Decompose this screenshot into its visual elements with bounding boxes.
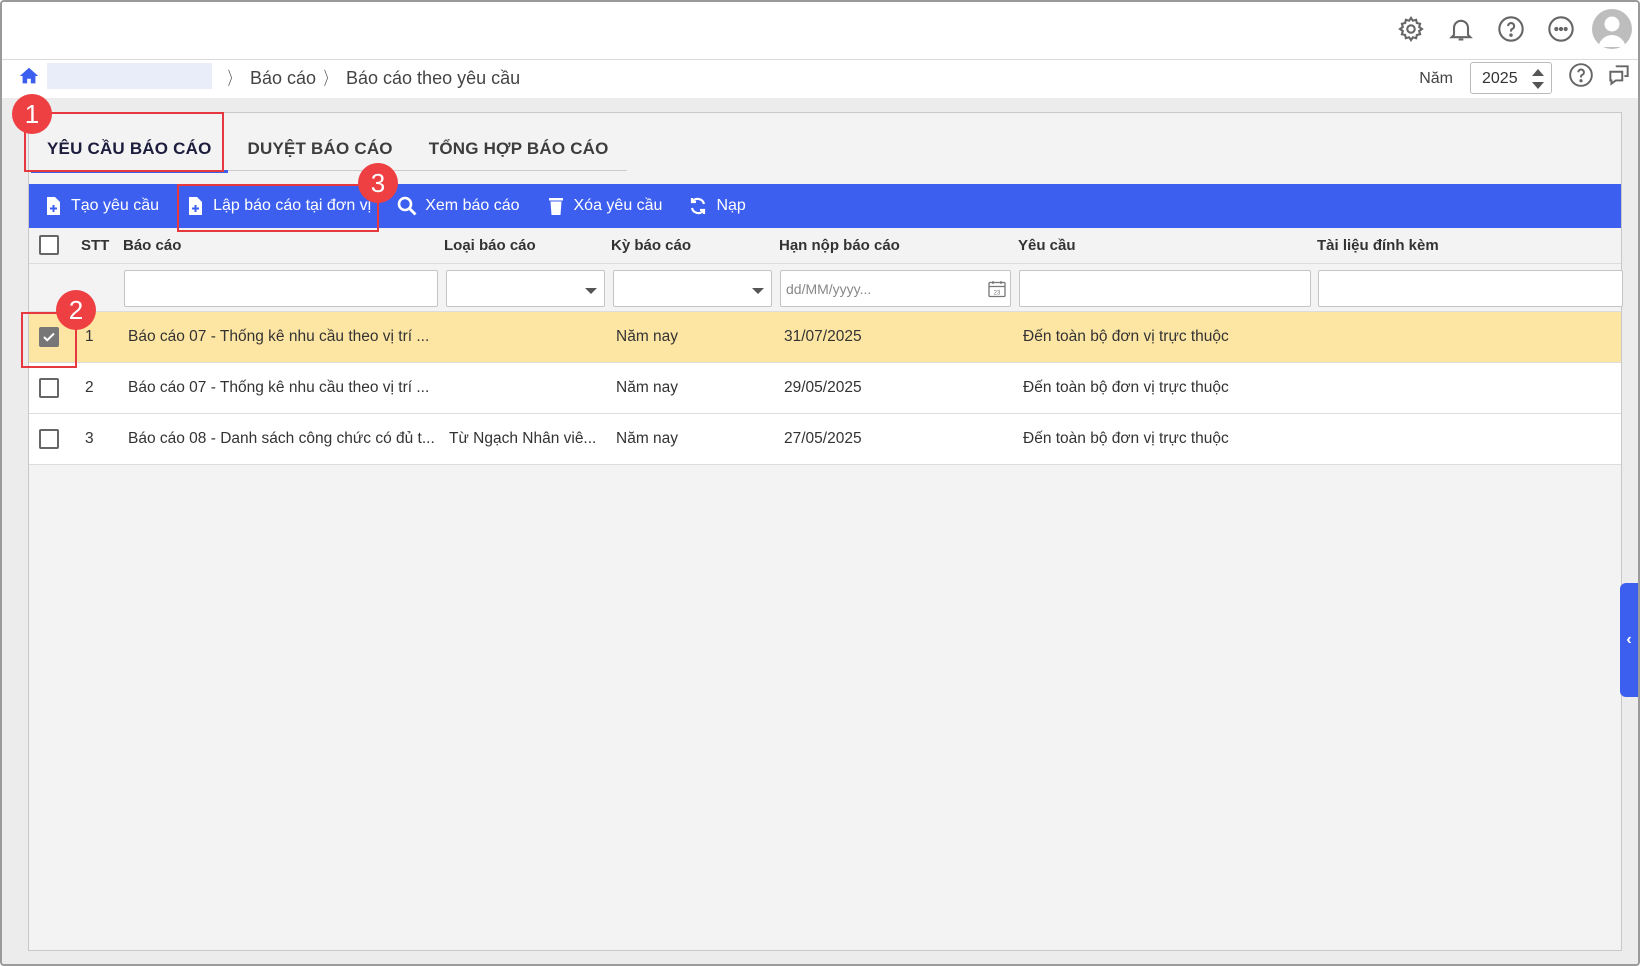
feedback-icon[interactable] bbox=[1606, 62, 1632, 88]
breadcrumb: 〉 Báo cáo 〉 Báo cáo theo yêu cầu Năm 202… bbox=[2, 60, 1638, 98]
breadcrumb-item-reports[interactable]: 〉 Báo cáo bbox=[224, 65, 316, 91]
breadcrumb-item-requested-reports[interactable]: 〉 Báo cáo theo yêu cầu bbox=[320, 65, 521, 91]
create-request-button[interactable]: Tạo yêu cầu bbox=[43, 184, 159, 228]
organization-name-block bbox=[47, 63, 212, 89]
annotation-box-1 bbox=[24, 112, 224, 172]
row-report: Báo cáo 08 - Danh sách công chức có đủ t… bbox=[128, 430, 435, 447]
home-icon[interactable] bbox=[18, 65, 40, 87]
report-filter-input[interactable] bbox=[124, 270, 438, 307]
annotation-badge-1: 1 bbox=[12, 94, 52, 134]
stepper-arrows-icon[interactable] bbox=[1531, 67, 1545, 91]
caret-down-icon bbox=[752, 288, 764, 294]
annotation-box-3 bbox=[177, 184, 379, 232]
row-deadline: 29/05/2025 bbox=[784, 379, 862, 396]
tab-summary-reports[interactable]: TỔNG HỢP BÁO CÁO bbox=[411, 127, 627, 171]
column-header-period[interactable]: Kỳ báo cáo bbox=[611, 237, 691, 254]
annotation-badge-2: 2 bbox=[56, 290, 96, 330]
annotation-badge-3: 3 bbox=[358, 163, 398, 203]
row-report: Báo cáo 07 - Thống kê nhu cầu theo vị tr… bbox=[128, 379, 430, 396]
reload-button[interactable]: Nạp bbox=[688, 184, 746, 228]
view-report-button[interactable]: Xem báo cáo bbox=[397, 184, 520, 228]
row-request: Đến toàn bộ đơn vị trực thuộc bbox=[1023, 430, 1229, 447]
chevron-left-icon: ‹ bbox=[1626, 631, 1632, 648]
app-window: 〉 Báo cáo 〉 Báo cáo theo yêu cầu Năm 202… bbox=[0, 0, 1640, 966]
grid-header: STT Báo cáo Loại báo cáo Kỳ báo cáo Hạn … bbox=[29, 228, 1621, 264]
row-type: Từ Ngạch Nhân viê... bbox=[449, 430, 597, 447]
help-icon[interactable] bbox=[1568, 62, 1594, 88]
svg-text:23: 23 bbox=[994, 291, 1001, 297]
request-filter-input[interactable] bbox=[1019, 270, 1311, 307]
chevron-right-icon: 〉 bbox=[323, 69, 335, 89]
chevron-right-icon: 〉 bbox=[227, 69, 239, 89]
caret-down-icon bbox=[585, 288, 597, 294]
trash-icon bbox=[548, 198, 563, 215]
row-period: Năm nay bbox=[616, 379, 679, 396]
filter-row: dd/MM/yyyy... 23 bbox=[29, 264, 1623, 312]
side-panel-toggle[interactable]: ‹ bbox=[1620, 583, 1638, 697]
year-value: 2025 bbox=[1482, 70, 1518, 87]
top-icons bbox=[1386, 9, 1632, 49]
column-header-type[interactable]: Loại báo cáo bbox=[444, 237, 536, 254]
top-bar bbox=[2, 2, 1638, 60]
date-placeholder: dd/MM/yyyy... bbox=[786, 281, 872, 297]
breadcrumb-label: Báo cáo theo yêu cầu bbox=[346, 67, 521, 88]
column-header-request[interactable]: Yêu cầu bbox=[1018, 237, 1076, 254]
column-header-stt[interactable]: STT bbox=[81, 237, 109, 254]
row-request: Đến toàn bộ đơn vị trực thuộc bbox=[1023, 328, 1229, 345]
delete-request-label: Xóa yêu cầu bbox=[573, 197, 663, 214]
delete-request-button[interactable]: Xóa yêu cầu bbox=[546, 184, 663, 228]
help-icon[interactable] bbox=[1486, 9, 1536, 49]
period-filter-select[interactable] bbox=[613, 270, 772, 307]
column-header-report[interactable]: Báo cáo bbox=[123, 237, 181, 254]
calendar-icon[interactable]: 23 bbox=[987, 279, 1007, 299]
select-all-checkbox[interactable] bbox=[39, 235, 59, 255]
breadcrumb-label: Báo cáo bbox=[250, 67, 317, 88]
row-period: Năm nay bbox=[616, 328, 679, 345]
refresh-icon bbox=[691, 197, 706, 215]
type-filter-select[interactable] bbox=[446, 270, 605, 307]
row-deadline: 31/07/2025 bbox=[784, 328, 862, 345]
column-header-deadline[interactable]: Hạn nộp báo cáo bbox=[779, 237, 900, 254]
view-report-label: Xem báo cáo bbox=[425, 197, 520, 214]
attachment-filter-input[interactable] bbox=[1318, 270, 1623, 307]
deadline-filter-input[interactable]: dd/MM/yyyy... 23 bbox=[780, 270, 1011, 307]
year-stepper[interactable]: 2025 bbox=[1470, 62, 1552, 94]
file-add-icon bbox=[47, 197, 60, 215]
row-checkbox[interactable] bbox=[39, 378, 59, 398]
row-request: Đến toàn bộ đơn vị trực thuộc bbox=[1023, 379, 1229, 396]
row-period: Năm nay bbox=[616, 430, 679, 447]
reload-label: Nạp bbox=[716, 197, 746, 214]
bell-icon[interactable] bbox=[1436, 9, 1486, 49]
year-label: Năm bbox=[1419, 70, 1453, 87]
create-request-label: Tạo yêu cầu bbox=[71, 197, 160, 214]
row-stt: 3 bbox=[85, 430, 94, 447]
avatar-icon[interactable] bbox=[1592, 9, 1632, 49]
row-checkbox[interactable] bbox=[39, 429, 59, 449]
table-row[interactable]: 2 Báo cáo 07 - Thống kê nhu cầu theo vị … bbox=[29, 363, 1621, 414]
table-row[interactable]: 3 Báo cáo 08 - Danh sách công chức có đủ… bbox=[29, 414, 1621, 465]
more-icon[interactable] bbox=[1536, 9, 1586, 49]
gear-icon[interactable] bbox=[1386, 9, 1436, 49]
column-header-attachment[interactable]: Tài liệu đính kèm bbox=[1317, 237, 1439, 254]
search-icon bbox=[397, 196, 417, 216]
row-stt: 2 bbox=[85, 379, 94, 396]
row-stt: 1 bbox=[85, 328, 94, 345]
row-deadline: 27/05/2025 bbox=[784, 430, 862, 447]
row-report: Báo cáo 07 - Thống kê nhu cầu theo vị tr… bbox=[128, 328, 430, 345]
report-panel: YÊU CẦU BÁO CÁO DUYỆT BÁO CÁO TỔNG HỢP B… bbox=[28, 112, 1623, 951]
table-row[interactable]: 1 Báo cáo 07 - Thống kê nhu cầu theo vị … bbox=[29, 312, 1621, 363]
